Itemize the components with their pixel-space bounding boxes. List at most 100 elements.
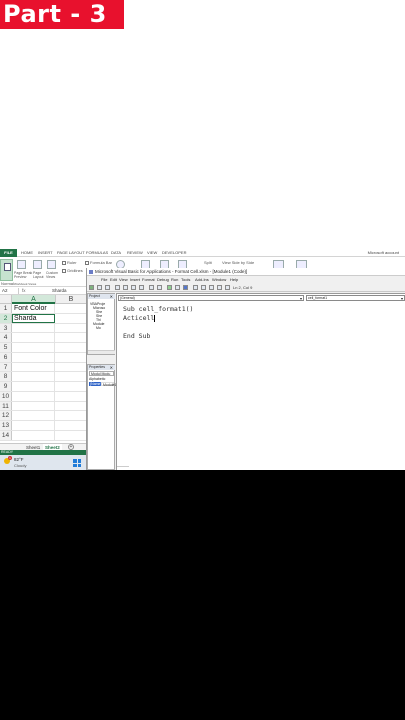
undo-icon[interactable] bbox=[149, 285, 154, 290]
row-number[interactable]: 11 bbox=[0, 401, 12, 411]
cell-b[interactable] bbox=[55, 353, 86, 362]
close-icon[interactable]: ✕ bbox=[110, 294, 113, 299]
cell-b[interactable] bbox=[55, 402, 86, 411]
menu-file[interactable]: File bbox=[101, 276, 107, 283]
menu-window[interactable]: Window bbox=[212, 276, 226, 283]
paste-icon[interactable] bbox=[131, 285, 136, 290]
cell-a[interactable]: Font Color bbox=[12, 304, 55, 313]
gridlines-checkbox[interactable] bbox=[62, 269, 66, 273]
menu-add-ins[interactable]: Add-Ins bbox=[195, 276, 209, 283]
tab-developer[interactable]: DEVELOPER bbox=[162, 249, 186, 257]
close-icon[interactable]: ✕ bbox=[110, 365, 113, 370]
cell-b[interactable] bbox=[55, 411, 86, 420]
insert-module-icon[interactable] bbox=[97, 285, 102, 290]
cell-a[interactable] bbox=[12, 352, 55, 362]
tab-formulas[interactable]: FORMULAS bbox=[86, 249, 108, 257]
tab-file[interactable]: FILE bbox=[0, 249, 17, 257]
menu-format[interactable]: Format bbox=[142, 276, 155, 283]
property-value[interactable]: Module1 bbox=[101, 382, 116, 387]
menu-debug[interactable]: Debug bbox=[157, 276, 169, 283]
project-explorer-icon[interactable] bbox=[201, 285, 206, 290]
cell-a[interactable] bbox=[12, 323, 55, 333]
object-browser-icon[interactable] bbox=[217, 285, 222, 290]
row-number[interactable]: 4 bbox=[0, 333, 12, 342]
fx-icon[interactable]: fx bbox=[22, 287, 26, 295]
cell-b[interactable] bbox=[55, 392, 86, 401]
code-editor[interactable]: Sub cell_format1() Acticell End Sub bbox=[117, 302, 405, 470]
name-box[interactable]: A2 bbox=[1, 288, 19, 294]
cell-b[interactable] bbox=[55, 333, 86, 342]
row-number[interactable]: 5 bbox=[0, 343, 12, 352]
find-icon[interactable] bbox=[139, 285, 144, 290]
design-mode-icon[interactable] bbox=[193, 285, 198, 290]
cell-a[interactable] bbox=[12, 362, 55, 372]
custom-views-icon[interactable] bbox=[47, 260, 56, 269]
properties-icon[interactable] bbox=[209, 285, 214, 290]
object-dropdown[interactable]: (General) ▾ bbox=[118, 295, 304, 301]
break-icon[interactable] bbox=[175, 285, 180, 290]
row-number[interactable]: 10 bbox=[0, 391, 12, 401]
menu-insert[interactable]: Insert bbox=[130, 276, 140, 283]
row-number[interactable]: 1 bbox=[0, 304, 12, 313]
cell-a[interactable] bbox=[12, 430, 55, 440]
cell-a[interactable] bbox=[12, 421, 55, 430]
cell-b[interactable] bbox=[55, 431, 86, 440]
tab-page-layout[interactable]: PAGE LAYOUT bbox=[57, 249, 85, 257]
cell-a[interactable] bbox=[12, 333, 55, 342]
save-icon[interactable] bbox=[105, 285, 110, 290]
cell-a[interactable] bbox=[12, 401, 55, 411]
cell-b[interactable] bbox=[55, 421, 86, 430]
project-item[interactable]: Mo bbox=[96, 326, 101, 330]
tab-home[interactable]: HOME bbox=[21, 249, 33, 257]
tab-view[interactable]: VIEW bbox=[147, 249, 157, 257]
formula-bar-checkbox[interactable] bbox=[85, 261, 89, 265]
row-number[interactable]: 14 bbox=[0, 430, 12, 440]
split-label[interactable]: Split bbox=[204, 260, 212, 265]
cell-b[interactable] bbox=[55, 372, 86, 381]
procedure-view-buttons[interactable] bbox=[117, 466, 129, 470]
cell-a[interactable] bbox=[12, 411, 55, 420]
redo-icon[interactable] bbox=[157, 285, 162, 290]
column-a-header[interactable]: A bbox=[12, 295, 55, 304]
column-b-header[interactable]: B bbox=[55, 295, 86, 304]
normal-view-button[interactable] bbox=[0, 259, 13, 281]
cell-a[interactable] bbox=[12, 372, 55, 381]
row-number[interactable]: 9 bbox=[0, 382, 12, 391]
cell-b[interactable] bbox=[55, 314, 86, 323]
tab-insert[interactable]: INSERT bbox=[38, 249, 53, 257]
page-break-icon[interactable] bbox=[17, 260, 26, 269]
tab-review[interactable]: REVIEW bbox=[127, 249, 143, 257]
row-number[interactable]: 8 bbox=[0, 372, 12, 381]
cell-b[interactable] bbox=[55, 382, 86, 391]
copy-icon[interactable] bbox=[123, 285, 128, 290]
page-layout-icon[interactable] bbox=[33, 260, 42, 269]
select-all-corner[interactable] bbox=[0, 295, 12, 304]
menu-run[interactable]: Run bbox=[171, 276, 178, 283]
row-number[interactable]: 12 bbox=[0, 411, 12, 420]
tab-alphabetic[interactable]: Alphabetic bbox=[89, 377, 105, 381]
cell-a[interactable]: Sharda bbox=[12, 313, 55, 323]
menu-help[interactable]: Help bbox=[230, 276, 238, 283]
toolbox-icon[interactable] bbox=[225, 285, 230, 290]
cell-b[interactable] bbox=[55, 304, 86, 313]
row-number[interactable]: 3 bbox=[0, 323, 12, 333]
row-number[interactable]: 2 bbox=[0, 313, 12, 323]
row-number[interactable]: 13 bbox=[0, 421, 12, 430]
project-scrollbar[interactable] bbox=[88, 350, 115, 354]
properties-object-select[interactable]: Modul Modu bbox=[89, 371, 114, 376]
row-number[interactable]: 6 bbox=[0, 352, 12, 362]
cell-b[interactable] bbox=[55, 343, 86, 352]
ruler-checkbox[interactable] bbox=[62, 261, 66, 265]
cell-a[interactable] bbox=[12, 391, 55, 401]
run-icon[interactable] bbox=[167, 285, 172, 290]
formula-value[interactable]: Sharda bbox=[52, 287, 67, 295]
cell-a[interactable] bbox=[12, 382, 55, 391]
menu-tools[interactable]: Tools bbox=[181, 276, 190, 283]
reset-icon[interactable] bbox=[183, 285, 188, 290]
property-name-row[interactable]: (Name) Module1 bbox=[89, 382, 116, 387]
cut-icon[interactable] bbox=[115, 285, 120, 290]
windows-start-icon[interactable] bbox=[73, 459, 81, 467]
tab-data[interactable]: DATA bbox=[111, 249, 121, 257]
procedure-dropdown[interactable]: cell_format1 ▾ bbox=[306, 295, 405, 301]
view-side-by-side-label[interactable]: View Side by Side bbox=[222, 260, 254, 265]
